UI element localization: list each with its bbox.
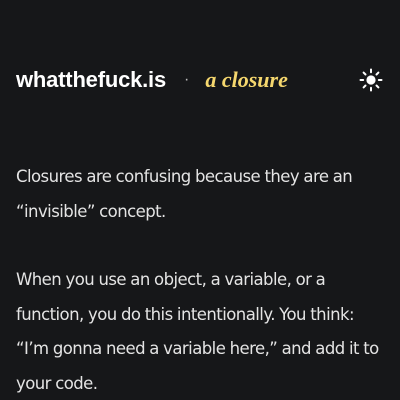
sun-icon (359, 68, 383, 92)
page-title: a closure (205, 67, 288, 92)
article-paragraph: When you use an object, a variable, or a… (16, 270, 379, 393)
page: whatthefuck.is · a closure Closures are … (0, 0, 400, 400)
site-home-link[interactable]: whatthefuck.is (16, 67, 166, 93)
article-paragraph: Closures are confusing because they are … (16, 167, 353, 221)
article-body: Closures are confusing because they are … (16, 160, 388, 400)
site-header: whatthefuck.is · a closure (16, 62, 384, 98)
title-separator: · (184, 71, 190, 88)
theme-toggle-button[interactable] (358, 67, 384, 93)
